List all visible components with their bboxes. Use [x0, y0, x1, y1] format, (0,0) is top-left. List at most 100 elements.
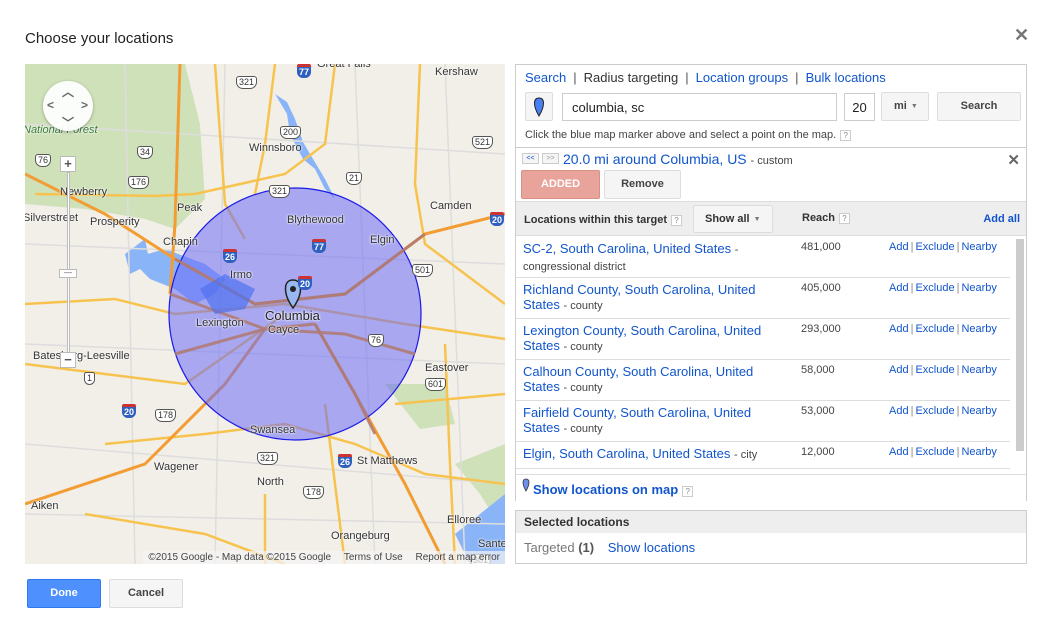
next-button[interactable]: >>: [542, 153, 559, 164]
pan-right-icon[interactable]: >: [81, 98, 88, 112]
target-name[interactable]: 20.0 mi around Columbia, US: [563, 151, 747, 167]
locations-header: Locations within this target? Show all ▼ …: [516, 201, 1026, 236]
location-name-link[interactable]: Elgin, South Carolina, United States - c…: [523, 446, 778, 463]
exclude-link[interactable]: Exclude: [915, 364, 954, 376]
map-label-columbia: Columbia: [265, 308, 320, 323]
add-link[interactable]: Add: [889, 364, 909, 376]
locations-list: SC-2, South Carolina, United States - co…: [516, 237, 1026, 474]
location-name[interactable]: Lexington County, South Carolina, United…: [523, 323, 761, 353]
nearby-link[interactable]: Nearby: [961, 364, 996, 376]
tab-bulk-locations[interactable]: Bulk locations: [806, 70, 886, 85]
nearby-link[interactable]: Nearby: [961, 323, 996, 335]
exclude-link[interactable]: Exclude: [915, 446, 954, 458]
radius-input[interactable]: [844, 93, 875, 121]
report-map-error-link[interactable]: Report a map error: [416, 552, 500, 563]
add-link[interactable]: Add: [889, 405, 909, 417]
nearby-link[interactable]: Nearby: [961, 446, 996, 458]
terms-of-use-link[interactable]: Terms of Use: [344, 552, 403, 563]
us-route-shield: 321: [257, 452, 279, 465]
location-type: - county: [563, 300, 603, 312]
help-icon[interactable]: ?: [840, 130, 852, 141]
cancel-button[interactable]: Cancel: [109, 579, 183, 608]
location-name[interactable]: SC-2, South Carolina, United States: [523, 241, 731, 256]
add-link[interactable]: Add: [889, 241, 909, 253]
location-row: Lexington County, South Carolina, United…: [516, 319, 1010, 360]
zoom-slider-handle[interactable]: —: [59, 269, 77, 278]
location-search-input[interactable]: [562, 93, 837, 121]
pan-left-icon[interactable]: <: [47, 98, 54, 112]
show-on-map-text[interactable]: Show locations on map: [533, 482, 678, 497]
location-reach: 58,000: [801, 364, 835, 376]
target-name-link[interactable]: 20.0 mi around Columbia, US - custom: [563, 151, 793, 167]
tab-radius-targeting[interactable]: Radius targeting: [584, 70, 679, 85]
show-all-dropdown[interactable]: Show all ▼: [693, 205, 773, 233]
show-locations-link[interactable]: Show locations: [608, 540, 695, 555]
location-name[interactable]: Richland County, South Carolina, United …: [523, 282, 755, 312]
unit-dropdown[interactable]: mi ▼: [881, 92, 929, 121]
action-separator: |: [956, 364, 960, 376]
nearby-link[interactable]: Nearby: [961, 405, 996, 417]
tab-location-groups[interactable]: Location groups: [696, 70, 789, 85]
search-button[interactable]: Search: [937, 92, 1021, 121]
close-icon[interactable]: ✕: [1014, 26, 1029, 44]
remove-button[interactable]: Remove: [604, 170, 681, 199]
zoom-out-button[interactable]: −: [60, 352, 76, 368]
locations-label-text: Locations within this target: [524, 214, 668, 226]
help-icon[interactable]: ?: [839, 213, 851, 224]
nearby-link[interactable]: Nearby: [961, 282, 996, 294]
help-icon[interactable]: ?: [671, 215, 683, 226]
us-route-shield: 21: [346, 172, 363, 185]
tab-search[interactable]: Search: [525, 70, 566, 85]
location-row: SC-2, South Carolina, United States - co…: [516, 237, 1010, 278]
hint-text: Click the blue map marker above and sele…: [525, 129, 837, 141]
add-link[interactable]: Add: [889, 282, 909, 294]
added-button[interactable]: ADDED: [521, 170, 600, 199]
done-button[interactable]: Done: [27, 579, 101, 608]
location-name-link[interactable]: Richland County, South Carolina, United …: [523, 282, 778, 314]
location-name-link[interactable]: Fairfield County, South Carolina, United…: [523, 405, 778, 437]
previous-button[interactable]: <<: [522, 153, 539, 164]
interstate-shield: 26: [223, 249, 238, 263]
help-icon[interactable]: ?: [682, 486, 694, 497]
location-type: - county: [563, 341, 603, 353]
zoom-slider-track[interactable]: [67, 172, 70, 362]
map-copyright: ©2015 Google - Map data ©2015 Google: [148, 552, 332, 563]
location-name-link[interactable]: SC-2, South Carolina, United States - co…: [523, 241, 778, 275]
location-row: Richland County, South Carolina, United …: [516, 278, 1010, 319]
add-link[interactable]: Add: [889, 323, 909, 335]
nearby-link[interactable]: Nearby: [961, 241, 996, 253]
pan-up-icon[interactable]: ︿: [62, 83, 74, 100]
targeted-label: Targeted: [524, 540, 575, 555]
map-label-wagener: Wagener: [154, 461, 199, 473]
pan-down-icon[interactable]: ﹀: [62, 114, 74, 131]
location-name[interactable]: Calhoun County, South Carolina, United S…: [523, 364, 753, 394]
exclude-link[interactable]: Exclude: [915, 241, 954, 253]
location-name[interactable]: Elgin, South Carolina, United States: [523, 446, 730, 461]
map-label-irmo: Irmo: [230, 269, 252, 281]
location-type: - city: [734, 449, 758, 461]
location-name-link[interactable]: Lexington County, South Carolina, United…: [523, 323, 778, 355]
us-route-shield: 34: [137, 146, 154, 159]
zoom-in-button[interactable]: +: [60, 156, 76, 172]
map-label-cayce: Cayce: [268, 324, 300, 336]
pan-control[interactable]: ︿ ﹀ < >: [43, 81, 93, 131]
exclude-link[interactable]: Exclude: [915, 405, 954, 417]
location-row: Fairfield County, South Carolina, United…: [516, 401, 1010, 442]
location-row: Elgin, South Carolina, United States - c…: [516, 442, 1010, 469]
add-all-link[interactable]: Add all: [983, 213, 1020, 225]
us-route-shield: 76: [368, 334, 385, 347]
map-marker-button[interactable]: [525, 92, 553, 121]
map-label-swansea: Swansea: [250, 424, 296, 436]
location-name-link[interactable]: Calhoun County, South Carolina, United S…: [523, 364, 778, 396]
map[interactable]: Kershaw Great Falls Winnsboro National F…: [25, 64, 505, 564]
close-icon[interactable]: ✕: [1007, 151, 1020, 169]
map-label-winnsboro: Winnsboro: [249, 142, 302, 154]
add-link[interactable]: Add: [889, 446, 909, 458]
location-name[interactable]: Fairfield County, South Carolina, United…: [523, 405, 751, 435]
scrollbar-thumb[interactable]: [1016, 239, 1024, 451]
exclude-link[interactable]: Exclude: [915, 323, 954, 335]
exclude-link[interactable]: Exclude: [915, 282, 954, 294]
show-locations-on-map-link[interactable]: Show locations on map?: [533, 482, 694, 497]
show-locations-on-map[interactable]: Show locations on map?: [516, 474, 1026, 501]
radius-target: << >> 20.0 mi around Columbia, US - cust…: [516, 147, 1026, 200]
